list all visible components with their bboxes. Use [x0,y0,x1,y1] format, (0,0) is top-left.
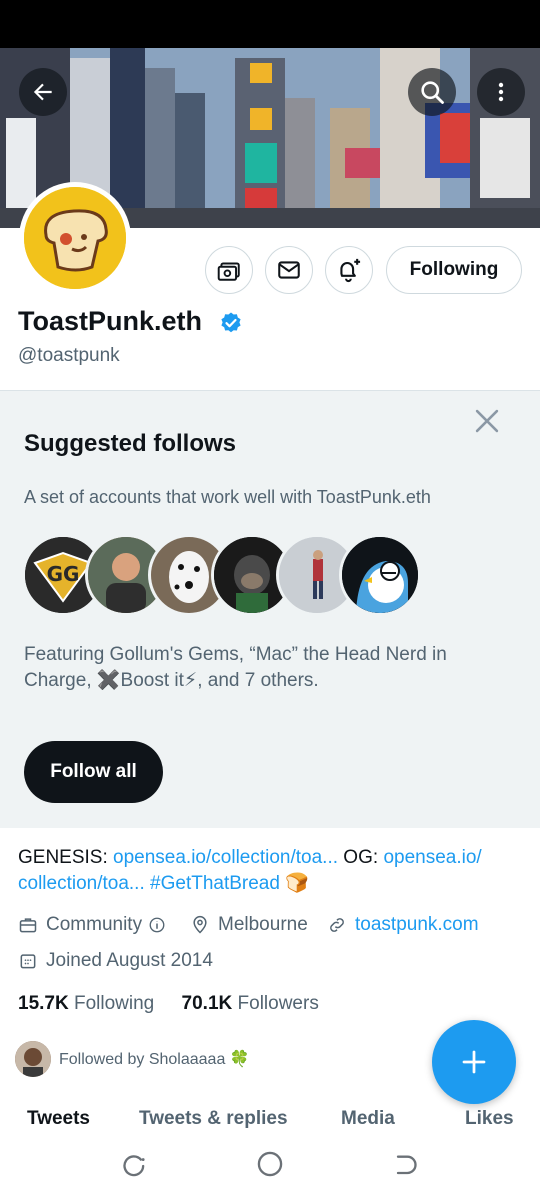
search-icon [421,81,444,104]
featuring-line-1: Featuring Gollum's Gems, “Mac” the Head … [24,644,447,665]
envelope-icon [278,261,300,279]
status-bar [0,0,540,48]
bio-text-og: OG: [338,847,384,868]
notifications-button[interactable] [325,246,373,294]
bio-link-og[interactable]: opensea.io/ [383,847,481,868]
avatar [24,187,126,289]
website-row: toastpunk.com [327,914,479,936]
location-pin-icon [193,915,207,934]
category-row: Community [18,914,174,936]
super-follow-icon [217,262,240,281]
message-button[interactable] [265,246,313,294]
avatar [15,1041,51,1077]
tab-tweets[interactable]: Tweets [27,1108,90,1130]
back-button[interactable] [19,68,67,116]
bird-avatar-image [342,537,418,613]
bio-link-genesis[interactable]: opensea.io/collection/toa... [113,847,338,868]
system-navigation-bar [0,1138,540,1200]
followers-label: Followers [237,993,319,1014]
joined-row: Joined August 2014 [18,950,213,972]
following-button[interactable]: Following [386,246,522,294]
bell-plus-icon [340,258,361,283]
briefcase-icon [19,918,37,933]
location-row: Melbourne [190,914,308,936]
profile-bio: GENESIS: opensea.io/collection/toa... OG… [18,845,523,897]
profile-handle: @toastpunk [18,345,120,366]
close-icon[interactable] [470,404,504,438]
verified-badge-icon[interactable] [219,311,243,335]
followed-by-text: Followed by Sholaaaaa 🍀 [59,1051,250,1068]
tab-media[interactable]: Media [341,1108,395,1130]
subscribe-button[interactable] [205,246,253,294]
bio-link-og-cont[interactable]: collection/toa... [18,873,145,894]
suggested-follows-subtitle: A set of accounts that work well with To… [24,487,431,507]
profile-website-link[interactable]: toastpunk.com [355,914,479,936]
followed-by-row[interactable]: Followed by Sholaaaaa 🍀 [15,1041,250,1077]
more-options-button[interactable] [477,68,525,116]
recent-apps-icon[interactable] [121,1152,149,1180]
bio-bread-emoji: 🍞 [279,873,309,894]
following-label: Following [73,993,155,1014]
follow-all-button[interactable]: Follow all [24,741,163,803]
bio-text-genesis: GENESIS: [18,847,114,868]
arrow-left-icon [33,83,52,101]
profile-location: Melbourne [218,914,308,935]
plus-icon [462,1050,486,1074]
calendar-icon [20,954,36,969]
more-vertical-icon [498,82,504,102]
profile-category: Community [46,914,143,935]
following-stat[interactable]: 15.7K Following [18,993,154,1014]
suggested-follows-title: Suggested follows [24,430,237,457]
follow-stats: 15.7K Following 70.1K Followers [18,993,319,1015]
featuring-line-2: Charge, ✖️Boost it⚡, and 7 others. [24,670,319,691]
followers-count: 70.1K [181,993,233,1014]
follower-avatar-image [15,1041,51,1077]
profile-avatar[interactable] [19,182,131,294]
profile-joined-date: Joined August 2014 [46,950,213,971]
display-name: ToastPunk.eth [18,306,203,336]
search-button[interactable] [408,68,456,116]
profile-tabs: Tweets Tweets & replies Media Likes [0,1104,540,1138]
back-nav-icon[interactable] [391,1152,419,1180]
followers-stat[interactable]: 70.1K Followers [182,993,319,1014]
home-icon[interactable] [256,1150,284,1178]
svg-text:GG: GG [47,562,80,586]
toast-avatar-image [24,187,126,289]
bio-hashtag[interactable]: #GetThatBread [145,873,280,894]
info-icon[interactable] [148,916,166,934]
suggested-avatar-bird[interactable] [339,534,421,616]
compose-tweet-button[interactable] [432,1020,516,1104]
tab-likes[interactable]: Likes [465,1108,514,1130]
suggested-featuring-text: Featuring Gollum's Gems, “Mac” the Head … [24,642,504,694]
tab-tweets-replies[interactable]: Tweets & replies [139,1108,288,1130]
link-icon [330,918,344,932]
following-count: 15.7K [18,993,69,1014]
